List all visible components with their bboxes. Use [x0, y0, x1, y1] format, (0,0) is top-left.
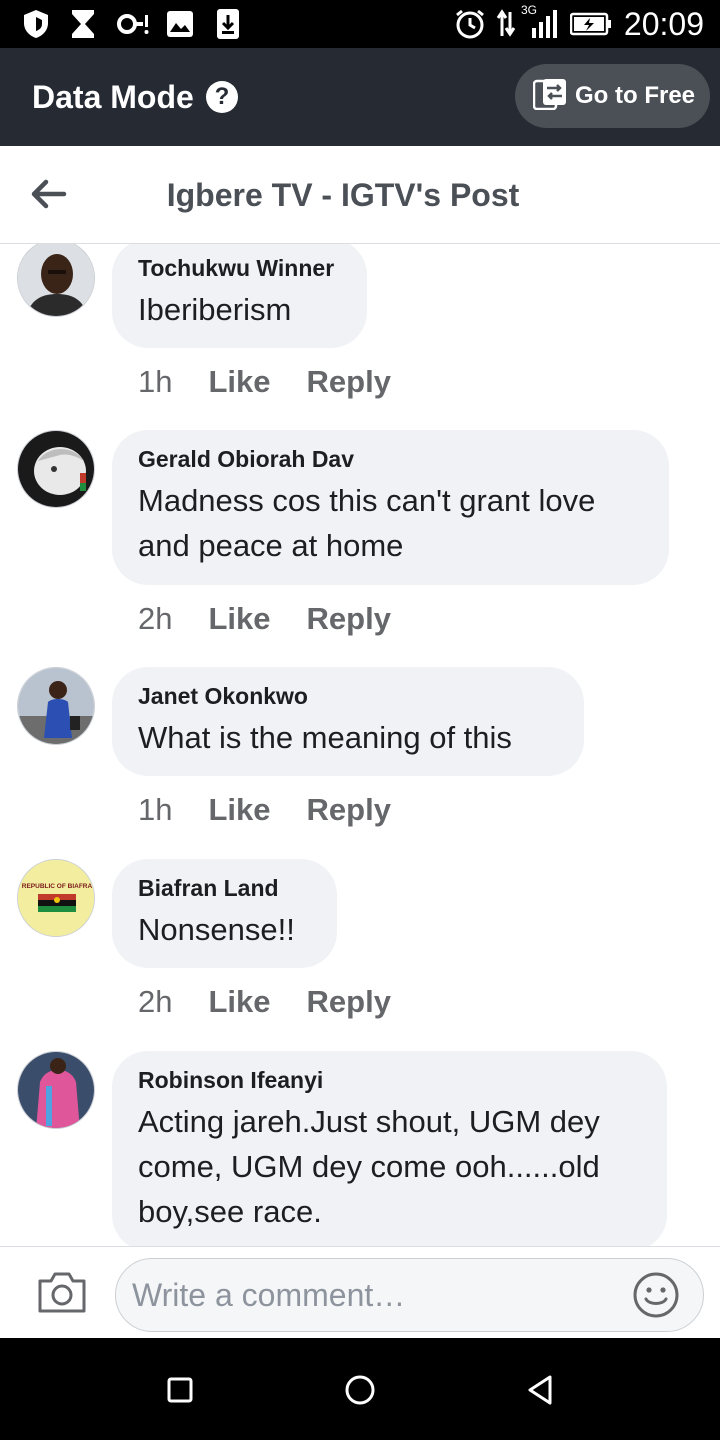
avatar[interactable]	[17, 667, 95, 745]
comment-author[interactable]: Gerald Obiorah Dav	[138, 444, 643, 474]
comment-text: Nonsense!!	[138, 912, 295, 947]
system-nav-bar	[0, 1338, 720, 1440]
reply-button[interactable]: Reply	[307, 790, 391, 830]
data-mode-bar: Data Mode ? Go to Free	[0, 48, 720, 146]
avatar[interactable]	[17, 244, 95, 317]
image-icon	[166, 8, 194, 40]
comment-author[interactable]: Biafran Land	[138, 873, 311, 903]
hourglass-icon	[70, 8, 96, 40]
avatar-label: REPUBLIC OF BIAFRA	[22, 883, 93, 890]
avatar[interactable]	[17, 1051, 95, 1129]
page-title: Igbere TV - IGTV's Post	[166, 177, 520, 213]
avatar[interactable]: REPUBLIC OF BIAFRA	[17, 859, 95, 937]
comment-list: Tochukwu Winner Iberiberism 1h Like Reply …	[0, 244, 720, 1246]
like-button[interactable]: Like	[208, 362, 270, 402]
comment-bubble[interactable]: Biafran Land Nonsense!!	[112, 859, 337, 968]
go-to-free-button[interactable]: Go to Free	[515, 64, 710, 128]
comment-text: Madness cos this can't grant love and pe…	[138, 483, 596, 563]
alarm-icon	[454, 8, 486, 40]
switch-icon	[532, 78, 567, 115]
emoji-icon[interactable]	[632, 1271, 680, 1319]
reply-button[interactable]: Reply	[307, 982, 391, 1022]
shield-icon	[22, 8, 50, 40]
vpn-key-icon	[116, 8, 150, 40]
comment-author[interactable]: Janet Okonkwo	[138, 681, 558, 711]
data-mode-title: Data Mode	[32, 79, 194, 115]
help-icon[interactable]: ?	[206, 81, 238, 113]
comment-composer	[0, 1246, 720, 1338]
comment-text: Iberiberism	[138, 292, 292, 327]
recents-icon[interactable]	[158, 1368, 202, 1412]
camera-icon[interactable]	[36, 1269, 88, 1315]
comment-author[interactable]: Tochukwu Winner	[138, 253, 341, 283]
like-button[interactable]: Like	[208, 790, 270, 830]
comment-actions: 2h Like Reply	[138, 599, 391, 639]
avatar[interactable]	[17, 430, 95, 508]
comment-author[interactable]: Robinson Ifeanyi	[138, 1065, 641, 1095]
comment-bubble[interactable]: Robinson Ifeanyi Acting jareh.Just shout…	[112, 1051, 667, 1246]
comment-time: 2h	[138, 984, 173, 1019]
comment-bubble[interactable]: Tochukwu Winner Iberiberism	[112, 244, 367, 348]
reply-button[interactable]: Reply	[307, 599, 391, 639]
status-bar: 3G 20:09	[0, 0, 720, 48]
comment-time: 2h	[138, 601, 173, 636]
download-icon	[214, 8, 242, 40]
reply-button[interactable]: Reply	[307, 362, 391, 402]
comment-actions: 1h Like Reply	[138, 790, 391, 830]
comment-time: 1h	[138, 364, 173, 399]
network-type-label: 3G	[521, 3, 538, 17]
like-button[interactable]: Like	[208, 599, 270, 639]
comment-text: What is the meaning of this	[138, 720, 512, 755]
post-header: Igbere TV - IGTV's Post	[0, 146, 720, 244]
go-to-free-label: Go to Free	[575, 82, 696, 109]
comment-input[interactable]	[115, 1258, 704, 1332]
comment-text: Acting jareh.Just shout, UGM dey come, U…	[138, 1104, 600, 1229]
status-time: 20:09	[623, 6, 704, 42]
comment-time: 1h	[138, 792, 173, 827]
comment-bubble[interactable]: Janet Okonkwo What is the meaning of thi…	[112, 667, 584, 776]
like-button[interactable]: Like	[208, 982, 270, 1022]
battery-charging-icon	[570, 8, 612, 40]
comment-actions: 2h Like Reply	[138, 982, 391, 1022]
comment-actions: 1h Like Reply	[138, 362, 391, 402]
home-icon[interactable]	[338, 1368, 382, 1412]
back-icon[interactable]	[518, 1368, 562, 1412]
comment-bubble[interactable]: Gerald Obiorah Dav Madness cos this can'…	[112, 430, 669, 585]
